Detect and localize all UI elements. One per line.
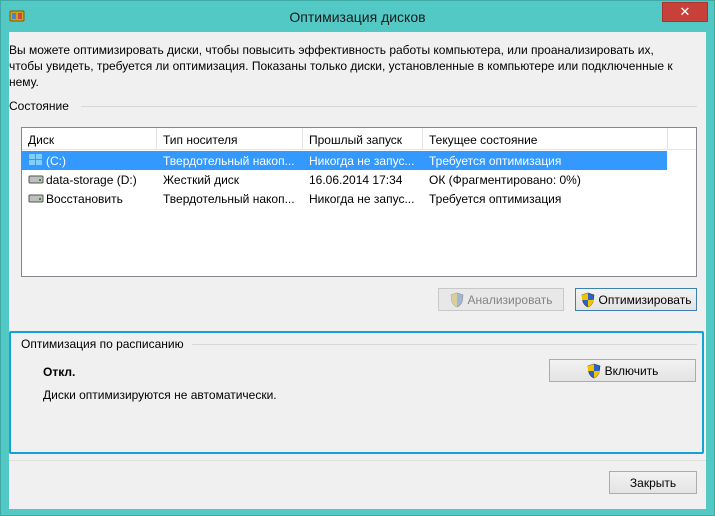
hard-drive-icon [28, 175, 44, 184]
drive-name: data-storage (D:) [46, 173, 137, 187]
close-window-button[interactable]: ✕ [662, 2, 708, 22]
analyze-button-label: Анализировать [467, 292, 553, 307]
close-dialog-button-label: Закрыть [629, 475, 677, 490]
drive-media-type: Твердотельный накоп... [163, 154, 295, 168]
intro-text: Вы можете оптимизировать диски, чтобы по… [9, 43, 673, 89]
drive-status: Требуется оптимизация [429, 192, 562, 206]
schedule-section-divider [192, 344, 697, 345]
close-dialog-button[interactable]: Закрыть [609, 471, 697, 494]
uac-shield-icon [587, 363, 600, 378]
column-header-media-type[interactable]: Тип носителя [163, 133, 237, 147]
footer-divider [9, 460, 706, 461]
windows-drive-icon [29, 154, 42, 165]
column-separator[interactable] [302, 128, 303, 150]
schedule-section-label: Оптимизация по расписанию [21, 337, 184, 351]
drive-row-recovery[interactable]: Восстановить Твердотельный накоп... Нико… [22, 189, 667, 208]
uac-shield-icon [450, 292, 463, 307]
drive-status: ОК (Фрагментировано: 0%) [429, 173, 581, 187]
column-separator[interactable] [422, 128, 423, 150]
hard-drive-icon [28, 194, 44, 203]
status-section-label: Состояние [9, 99, 69, 113]
title-bar[interactable]: Оптимизация дисков ✕ [1, 1, 714, 31]
schedule-description: Диски оптимизируются не автоматически. [43, 388, 277, 402]
window-frame: Оптимизация дисков ✕ Вы можете оптимизир… [0, 0, 715, 516]
drive-row-d[interactable]: data-storage (D:) Жесткий диск 16.06.201… [22, 170, 667, 189]
dialog-client-area: Вы можете оптимизировать диски, чтобы по… [9, 32, 706, 509]
enable-schedule-button[interactable]: Включить [549, 359, 696, 382]
drive-media-type: Жесткий диск [163, 173, 240, 187]
uac-shield-icon [581, 292, 594, 307]
window-title: Оптимизация дисков [289, 9, 426, 25]
analyze-button[interactable]: Анализировать [438, 288, 564, 311]
drive-media-type: Твердотельный накоп... [163, 192, 295, 206]
column-header-disk[interactable]: Диск [28, 133, 54, 147]
column-separator[interactable] [667, 128, 668, 150]
status-section-divider [81, 106, 697, 107]
optimize-button[interactable]: Оптимизировать [575, 288, 697, 311]
column-header-last-run[interactable]: Прошлый запуск [309, 133, 402, 147]
schedule-status: Откл. [43, 365, 76, 379]
close-icon: ✕ [679, 4, 691, 19]
optimize-button-label: Оптимизировать [598, 292, 692, 307]
drive-row-c[interactable]: (C:) Твердотельный накоп... Никогда не з… [22, 151, 667, 170]
column-header-current-status[interactable]: Текущее состояние [429, 133, 537, 147]
drive-name: (C:) [46, 154, 66, 168]
column-separator[interactable] [156, 128, 157, 150]
drive-list-header: Диск Тип носителя Прошлый запуск Текущее… [22, 128, 696, 150]
drive-list[interactable]: Диск Тип носителя Прошлый запуск Текущее… [21, 127, 697, 277]
drive-status: Требуется оптимизация [429, 154, 562, 168]
drive-last-run: Никогда не запус... [309, 192, 415, 206]
drive-last-run: 16.06.2014 17:34 [309, 173, 403, 187]
drive-last-run: Никогда не запус... [309, 154, 415, 168]
enable-schedule-button-label: Включить [604, 363, 659, 378]
drive-name: Восстановить [46, 192, 123, 206]
